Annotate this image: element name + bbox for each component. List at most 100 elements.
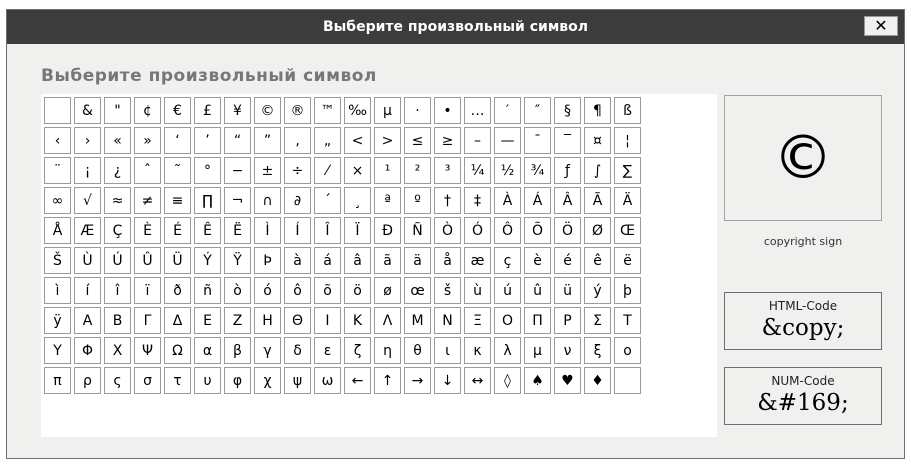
symbol-cell[interactable]: ¡ bbox=[74, 157, 101, 184]
symbol-cell[interactable]: µ bbox=[374, 97, 401, 124]
symbol-cell[interactable]: υ bbox=[194, 367, 221, 394]
symbol-cell[interactable]: × bbox=[344, 157, 371, 184]
symbol-cell[interactable]: Ô bbox=[494, 217, 521, 244]
symbol-cell[interactable]: Ε bbox=[194, 307, 221, 334]
symbol-cell[interactable]: ′ bbox=[494, 97, 521, 124]
symbol-cell[interactable]: ç bbox=[494, 247, 521, 274]
symbol-cell[interactable]: Ù bbox=[74, 247, 101, 274]
symbol-cell[interactable]: ∩ bbox=[254, 187, 281, 214]
symbol-cell[interactable]: ↔ bbox=[464, 367, 491, 394]
symbol-cell[interactable]: ð bbox=[164, 277, 191, 304]
symbol-cell[interactable]: Â bbox=[554, 187, 581, 214]
symbol-cell[interactable]: ¥ bbox=[224, 97, 251, 124]
symbol-cell[interactable]: ‾ bbox=[554, 127, 581, 154]
symbol-cell[interactable]: ¤ bbox=[584, 127, 611, 154]
symbol-cell[interactable]: ü bbox=[554, 277, 581, 304]
symbol-cell[interactable]: Ω bbox=[164, 337, 191, 364]
symbol-cell[interactable]: É bbox=[164, 217, 191, 244]
symbol-cell[interactable]: ” bbox=[254, 127, 281, 154]
symbol-cell[interactable]: χ bbox=[254, 367, 281, 394]
symbol-cell[interactable]: å bbox=[434, 247, 461, 274]
symbol-cell[interactable]: í bbox=[74, 277, 101, 304]
symbol-cell[interactable]: æ bbox=[464, 247, 491, 274]
symbol-cell[interactable]: ÷ bbox=[284, 157, 311, 184]
symbol-cell[interactable]: ζ bbox=[344, 337, 371, 364]
symbol-cell[interactable]: ∑ bbox=[614, 157, 641, 184]
symbol-cell[interactable]: Ý bbox=[194, 247, 221, 274]
symbol-cell[interactable]: Ü bbox=[164, 247, 191, 274]
symbol-cell[interactable]: Μ bbox=[404, 307, 431, 334]
symbol-cell[interactable]: Ñ bbox=[404, 217, 431, 244]
symbol-cell[interactable]: Œ bbox=[614, 217, 641, 244]
symbol-cell[interactable]: ö bbox=[344, 277, 371, 304]
symbol-cell[interactable]: ß bbox=[614, 97, 641, 124]
symbol-cell[interactable]: Θ bbox=[284, 307, 311, 334]
symbol-cell[interactable]: ¸ bbox=[344, 187, 371, 214]
symbol-cell[interactable]: ê bbox=[584, 247, 611, 274]
symbol-cell[interactable]: Ï bbox=[344, 217, 371, 244]
symbol-cell[interactable]: Χ bbox=[104, 337, 131, 364]
symbol-cell[interactable]: ² bbox=[404, 157, 431, 184]
symbol-cell[interactable]: Í bbox=[284, 217, 311, 244]
symbol-cell[interactable]: ¢ bbox=[134, 97, 161, 124]
symbol-cell[interactable]: Ã bbox=[584, 187, 611, 214]
symbol-cell[interactable]: & bbox=[74, 97, 101, 124]
symbol-cell[interactable]: Å bbox=[44, 217, 71, 244]
symbol-cell[interactable]: ‘ bbox=[164, 127, 191, 154]
symbol-cell[interactable]: μ bbox=[524, 337, 551, 364]
symbol-cell[interactable]: õ bbox=[314, 277, 341, 304]
symbol-cell[interactable]: ε bbox=[314, 337, 341, 364]
symbol-cell[interactable]: ∂ bbox=[284, 187, 311, 214]
symbol-cell[interactable]: • bbox=[434, 97, 461, 124]
symbol-cell[interactable]: š bbox=[434, 277, 461, 304]
symbol-cell[interactable]: £ bbox=[194, 97, 221, 124]
symbol-cell[interactable]: ý bbox=[584, 277, 611, 304]
symbol-cell[interactable]: Η bbox=[254, 307, 281, 334]
symbol-cell[interactable]: « bbox=[104, 127, 131, 154]
symbol-cell[interactable]: λ bbox=[494, 337, 521, 364]
symbol-cell[interactable]: Ο bbox=[494, 307, 521, 334]
symbol-cell[interactable]: Ö bbox=[554, 217, 581, 244]
symbol-cell[interactable]: ∞ bbox=[44, 187, 71, 214]
symbol-cell[interactable]: Ø bbox=[584, 217, 611, 244]
symbol-cell[interactable]: è bbox=[524, 247, 551, 274]
symbol-cell[interactable]: ø bbox=[374, 277, 401, 304]
symbol-cell[interactable]: Δ bbox=[164, 307, 191, 334]
symbol-cell[interactable]: Ð bbox=[374, 217, 401, 244]
symbol-cell[interactable]: û bbox=[524, 277, 551, 304]
symbol-cell[interactable]: Ι bbox=[314, 307, 341, 334]
symbol-cell[interactable]: Ν bbox=[434, 307, 461, 334]
symbol-cell[interactable]: ½ bbox=[494, 157, 521, 184]
symbol-cell[interactable]: ≥ bbox=[434, 127, 461, 154]
symbol-cell[interactable]: α bbox=[194, 337, 221, 364]
symbol-cell[interactable]: ↓ bbox=[434, 367, 461, 394]
symbol-cell[interactable]: κ bbox=[464, 337, 491, 364]
symbol-cell[interactable]: ã bbox=[374, 247, 401, 274]
symbol-cell[interactable]: ≈ bbox=[104, 187, 131, 214]
symbol-cell[interactable]: à bbox=[284, 247, 311, 274]
symbol-cell[interactable]: − bbox=[224, 157, 251, 184]
symbol-cell[interactable]: ¼ bbox=[464, 157, 491, 184]
symbol-cell[interactable]: ¶ bbox=[584, 97, 611, 124]
symbol-cell[interactable]: Î bbox=[314, 217, 341, 244]
symbol-cell[interactable]: ¨ bbox=[44, 157, 71, 184]
symbol-cell[interactable]: ω bbox=[314, 367, 341, 394]
symbol-cell[interactable]: ‹ bbox=[44, 127, 71, 154]
symbol-cell[interactable]: β bbox=[224, 337, 251, 364]
symbol-cell[interactable]: ‰ bbox=[344, 97, 371, 124]
symbol-cell[interactable]: ª bbox=[374, 187, 401, 214]
symbol-cell[interactable]: Ê bbox=[194, 217, 221, 244]
symbol-cell[interactable]: < bbox=[344, 127, 371, 154]
symbol-cell[interactable]: Ψ bbox=[134, 337, 161, 364]
symbol-cell[interactable]: › bbox=[74, 127, 101, 154]
symbol-cell[interactable]: ♦ bbox=[584, 367, 611, 394]
symbol-cell[interactable]: “ bbox=[224, 127, 251, 154]
symbol-cell[interactable]: î bbox=[104, 277, 131, 304]
symbol-cell[interactable]: Æ bbox=[74, 217, 101, 244]
symbol-cell[interactable]: ™ bbox=[314, 97, 341, 124]
symbol-cell[interactable]: ï bbox=[134, 277, 161, 304]
symbol-cell[interactable]: Š bbox=[44, 247, 71, 274]
symbol-cell[interactable]: Φ bbox=[74, 337, 101, 364]
symbol-cell[interactable]: Ó bbox=[464, 217, 491, 244]
symbol-cell[interactable]: Τ bbox=[614, 307, 641, 334]
